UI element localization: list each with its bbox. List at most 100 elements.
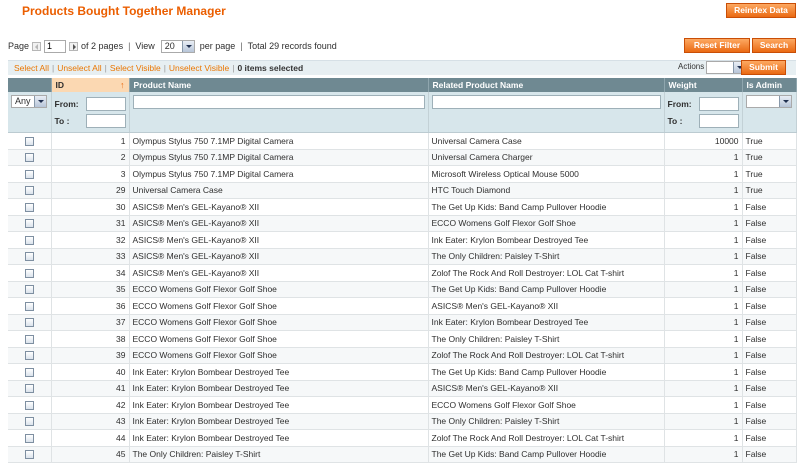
row-checkbox[interactable] xyxy=(24,285,34,295)
table-row[interactable]: 33 ASICS® Men's GEL-Kayano® XII The Only C… xyxy=(8,248,797,265)
reset-filter-button[interactable]: Reset Filter xyxy=(684,38,750,53)
table-row[interactable]: 44 Ink Eater: Krylon Bombear Destroyed Te… xyxy=(8,429,797,447)
row-checkbox[interactable] xyxy=(24,136,34,146)
next-page-icon[interactable] xyxy=(69,41,79,51)
weight-from-input[interactable] xyxy=(698,96,739,111)
table-row[interactable]: 35 ECCO Womens Golf Flexor Golf Shoe The G… xyxy=(8,281,797,298)
row-checkbox-cell xyxy=(8,363,52,381)
row-product-name: ECCO Womens Golf Flexor Golf Shoe xyxy=(129,297,429,315)
table-row[interactable]: 31 ASICS® Men's GEL-Kayano® XII ECCO Women… xyxy=(8,215,797,232)
unselect-visible-link[interactable]: Unselect Visible xyxy=(169,63,229,73)
table-row[interactable]: 41 Ink Eater: Krylon Bombear Destroyed Te… xyxy=(8,380,797,397)
per-page-value: 20 xyxy=(164,40,175,51)
previous-page-icon[interactable] xyxy=(32,41,42,51)
is-admin-filter-select[interactable] xyxy=(745,95,792,108)
products-grid: ID ↑ Product Name Related Product Name We… xyxy=(8,78,797,463)
header-massaction xyxy=(8,78,52,92)
row-related-product-name: The Get Up Kids: Band Camp Pullover Hood… xyxy=(428,281,665,298)
unselect-all-link[interactable]: Unselect All xyxy=(57,63,101,73)
row-checkbox[interactable] xyxy=(24,318,34,328)
table-row[interactable]: 42 Ink Eater: Krylon Bombear Destroyed Te… xyxy=(8,396,797,414)
submit-button[interactable]: Submit xyxy=(741,60,786,75)
row-is-admin: False xyxy=(742,396,797,414)
actions-select[interactable] xyxy=(706,61,746,74)
row-checkbox[interactable] xyxy=(24,433,34,443)
table-row[interactable]: 34 ASICS® Men's GEL-Kayano® XII Zolof The … xyxy=(8,264,797,282)
row-related-product-name: Microsoft Wireless Optical Mouse 5000 xyxy=(428,165,665,183)
row-id: 3 xyxy=(51,165,130,183)
table-row[interactable]: 30 ASICS® Men's GEL-Kayano® XII The Get Up… xyxy=(8,198,797,216)
table-row[interactable]: 32 ASICS® Men's GEL-Kayano® XII Ink Eater:… xyxy=(8,231,797,249)
reindex-data-button[interactable]: Reindex Data xyxy=(726,3,796,18)
row-checkbox[interactable] xyxy=(24,334,34,344)
row-id: 39 xyxy=(51,347,130,364)
table-row[interactable]: 43 Ink Eater: Krylon Bombear Destroyed Te… xyxy=(8,413,797,430)
product-name-filter-input[interactable] xyxy=(132,95,425,109)
row-checkbox[interactable] xyxy=(24,153,34,163)
row-checkbox[interactable] xyxy=(24,202,34,212)
row-checkbox[interactable] xyxy=(24,268,34,278)
id-to-input[interactable] xyxy=(85,113,126,128)
row-is-admin: False xyxy=(742,363,797,381)
column-header-is-admin[interactable]: Is Admin xyxy=(742,78,797,92)
row-id: 29 xyxy=(51,182,130,199)
related-product-name-filter-input[interactable] xyxy=(431,95,661,109)
row-checkbox[interactable] xyxy=(24,186,34,196)
row-weight: 1 xyxy=(664,231,743,249)
table-row[interactable]: 1 Olympus Stylus 750 7.1MP Digital Camera… xyxy=(8,132,797,150)
row-checkbox[interactable] xyxy=(24,400,34,410)
table-row[interactable]: 29 Universal Camera Case HTC Touch Diamond… xyxy=(8,182,797,199)
row-product-name: Ink Eater: Krylon Bombear Destroyed Tee xyxy=(129,380,429,397)
row-checkbox[interactable] xyxy=(24,450,34,460)
row-product-name: ECCO Womens Golf Flexor Golf Shoe xyxy=(129,330,429,348)
column-header-id[interactable]: ID ↑ xyxy=(51,78,130,92)
row-checkbox-cell xyxy=(8,396,52,414)
row-is-admin: False xyxy=(742,413,797,430)
table-row[interactable]: 36 ECCO Womens Golf Flexor Golf Shoe ASICS… xyxy=(8,297,797,315)
table-row[interactable]: 39 ECCO Womens Golf Flexor Golf Shoe Zolof… xyxy=(8,347,797,364)
table-row[interactable]: 37 ECCO Womens Golf Flexor Golf Shoe Ink E… xyxy=(8,314,797,331)
column-header-product-name[interactable]: Product Name xyxy=(129,78,429,92)
row-related-product-name: The Get Up Kids: Band Camp Pullover Hood… xyxy=(428,198,665,216)
table-row[interactable]: 40 Ink Eater: Krylon Bombear Destroyed Te… xyxy=(8,363,797,381)
table-row[interactable]: 2 Olympus Stylus 750 7.1MP Digital Camera… xyxy=(8,149,797,166)
row-weight: 1 xyxy=(664,165,743,183)
row-checkbox[interactable] xyxy=(24,252,34,262)
select-all-link[interactable]: Select All xyxy=(14,63,49,73)
row-checkbox[interactable] xyxy=(24,301,34,311)
row-checkbox-cell xyxy=(8,132,52,150)
selected-count: 0 items selected xyxy=(237,63,304,73)
weight-to-input[interactable] xyxy=(698,113,739,128)
row-checkbox[interactable] xyxy=(24,384,34,394)
row-checkbox[interactable] xyxy=(24,417,34,427)
search-button[interactable]: Search xyxy=(752,38,796,53)
row-product-name: ASICS® Men's GEL-Kayano® XII xyxy=(129,248,429,265)
table-row[interactable]: 38 ECCO Womens Golf Flexor Golf Shoe The O… xyxy=(8,330,797,348)
table-row[interactable]: 45 The Only Children: Paisley T-Shirt The … xyxy=(8,446,797,463)
id-from-input[interactable] xyxy=(85,96,126,111)
massaction-filter-select[interactable]: Any xyxy=(11,95,47,108)
row-checkbox[interactable] xyxy=(24,367,34,377)
row-product-name: Olympus Stylus 750 7.1MP Digital Camera xyxy=(129,149,429,166)
page-label: Page xyxy=(8,41,30,51)
column-header-related-product-name[interactable]: Related Product Name xyxy=(428,78,665,92)
row-weight: 1 xyxy=(664,297,743,315)
page-number-input[interactable] xyxy=(44,39,67,53)
row-id: 31 xyxy=(51,215,130,232)
table-row[interactable]: 3 Olympus Stylus 750 7.1MP Digital Camera… xyxy=(8,165,797,183)
pager-separator: | xyxy=(240,41,243,51)
row-related-product-name: Zolof The Rock And Roll Destroyer: LOL C… xyxy=(428,347,665,364)
row-checkbox[interactable] xyxy=(24,169,34,179)
row-id: 36 xyxy=(51,297,130,315)
row-checkbox[interactable] xyxy=(24,351,34,361)
column-header-weight[interactable]: Weight xyxy=(664,78,743,92)
per-page-select[interactable]: 20 xyxy=(160,39,195,53)
row-related-product-name: The Only Children: Paisley T-Shirt xyxy=(428,248,665,265)
row-related-product-name: Ink Eater: Krylon Bombear Destroyed Tee xyxy=(428,314,665,331)
pager-separator: | xyxy=(128,41,131,51)
row-checkbox[interactable] xyxy=(24,219,34,229)
row-checkbox[interactable] xyxy=(24,235,34,245)
row-id: 42 xyxy=(51,396,130,414)
select-visible-link[interactable]: Select Visible xyxy=(110,63,161,73)
massaction-bar: Select All | Unselect All | Select Visible | U… xyxy=(8,60,796,75)
